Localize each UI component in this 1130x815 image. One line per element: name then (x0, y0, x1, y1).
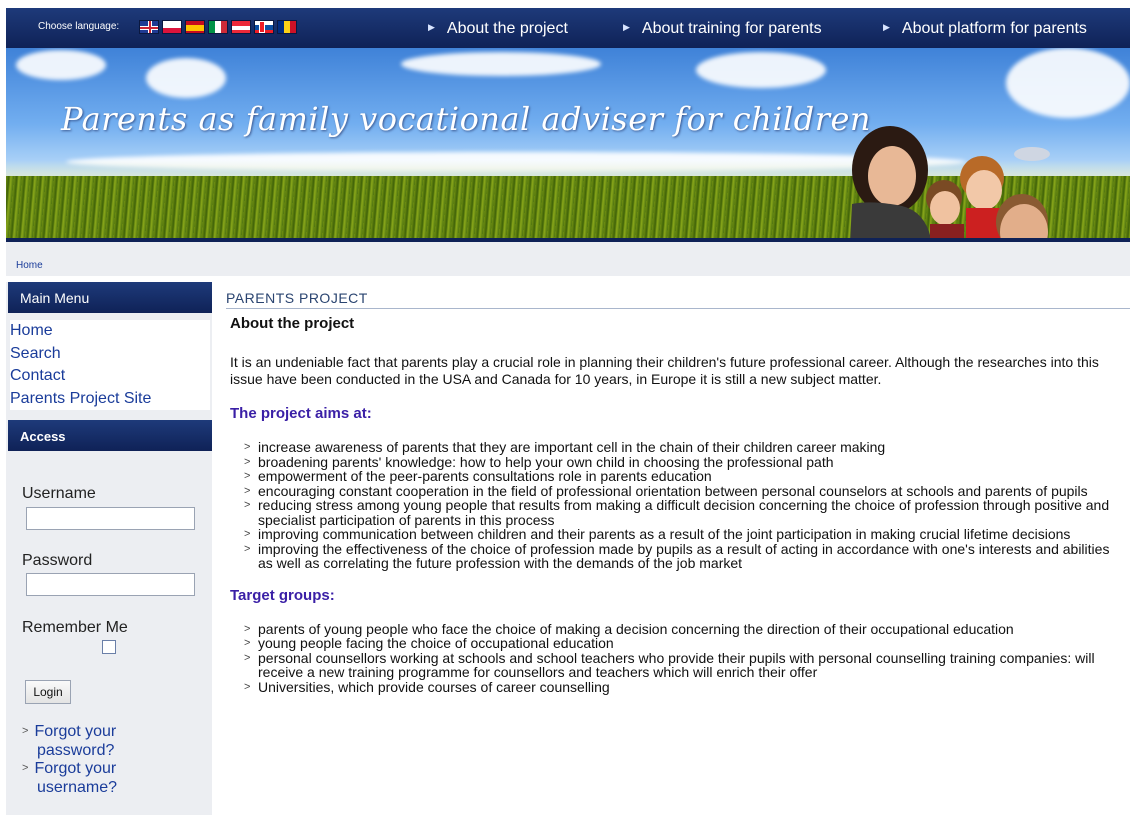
target-groups-list: > parents of young people who face the ch… (242, 620, 1122, 695)
forgot-username-line-1: Forgot your (34, 760, 117, 777)
username-label: Username (22, 485, 96, 502)
ro-flag-icon[interactable] (277, 20, 297, 34)
list-item: > improving the effectiveness of the choi… (244, 540, 1110, 571)
nav-arrow-icon: ▶ (623, 22, 630, 32)
list-item: > broadening parents' knowledge: how to h… (244, 453, 834, 470)
bullet-arrow-icon: > (244, 499, 251, 511)
bullet-arrow-icon: > (244, 484, 251, 497)
list-item: > young people facing the choice of occup… (244, 635, 614, 651)
nav-about-project-label: About the project (446, 20, 568, 37)
it-flag-icon[interactable] (208, 20, 228, 34)
forgot-password-link[interactable]: > Forgot your password? (22, 723, 116, 760)
bullet-arrow-icon: > (244, 622, 251, 635)
breadcrumb-home[interactable]: Home (16, 260, 43, 271)
aims-heading: The project aims at: (230, 405, 372, 422)
cloud (696, 52, 826, 88)
main-menu: Home Search Contact Parents Project Site (10, 320, 210, 410)
bullet-arrow-icon: > (22, 725, 29, 737)
login-button[interactable]: Login (25, 680, 71, 704)
at-flag-icon[interactable] (231, 20, 251, 34)
nav-about-training[interactable]: ▶ About training for parents (623, 20, 822, 38)
banner-title: Parents as family vocational adviser for… (61, 100, 872, 138)
menu-item-parents-project-site[interactable]: Parents Project Site (10, 388, 210, 411)
nav-about-platform-label: About platform for parents (901, 20, 1087, 37)
bullet-arrow-icon: > (244, 455, 251, 468)
language-flags (139, 20, 297, 34)
main-content: PARENTS PROJECT About the project It is … (226, 290, 1130, 694)
cloud (401, 52, 601, 76)
es-flag-icon[interactable] (185, 20, 205, 34)
bullet-arrow-icon: > (22, 762, 29, 774)
section-title: PARENTS PROJECT (226, 290, 1130, 309)
aims-list: > increase awareness of parents that they… (242, 440, 1122, 571)
target-groups-heading: Target groups: (230, 586, 335, 604)
list-item: > empowerment of the peer-parents consult… (244, 468, 712, 484)
bullet-arrow-icon: > (244, 470, 251, 482)
header-banner: Parents as family vocational adviser for… (6, 48, 1130, 238)
remember-me-label: Remember Me (22, 619, 128, 636)
intro-paragraph: It is an undeniable fact that parents pl… (230, 354, 1099, 387)
forgot-username-link[interactable]: > Forgot your username? (22, 760, 117, 797)
menu-item-home[interactable]: Home (10, 320, 210, 343)
nav-arrow-icon: ▶ (883, 22, 890, 32)
list-item: > increase awareness of parents that they… (244, 439, 886, 455)
bullet-arrow-icon: > (244, 680, 251, 693)
access-heading: Access (8, 420, 212, 451)
username-input[interactable] (26, 507, 195, 530)
bullet-arrow-icon: > (244, 528, 251, 540)
forgot-password-line-2: password? (37, 742, 115, 759)
list-item: > improving communication between childre… (244, 526, 1071, 542)
nav-arrow-icon: ▶ (428, 22, 435, 32)
choose-language-label: Choose language: (38, 21, 120, 32)
menu-item-search[interactable]: Search (10, 343, 210, 366)
password-label: Password (22, 552, 93, 569)
list-item: > encouraging constant cooperation in the… (244, 482, 1088, 499)
bullet-arrow-icon: > (244, 651, 251, 664)
cloud (146, 58, 226, 98)
bullet-arrow-icon: > (244, 542, 251, 555)
nav-about-platform[interactable]: ▶ About platform for parents (883, 20, 1087, 38)
breadcrumb-bar: Home (6, 242, 1130, 276)
sk-flag-icon[interactable] (254, 20, 274, 34)
main-menu-heading: Main Menu (8, 282, 212, 313)
list-item: > parents of young people who face the ch… (244, 620, 1014, 637)
cloud (16, 50, 106, 80)
forgot-username-line-2: username? (37, 779, 118, 796)
pl-flag-icon[interactable] (162, 20, 182, 34)
family-photo (850, 126, 1050, 238)
menu-item-contact[interactable]: Contact (10, 365, 210, 388)
page-title: About the project (230, 315, 355, 332)
bullet-arrow-icon: > (244, 637, 251, 649)
bullet-arrow-icon: > (244, 441, 251, 453)
remember-me-checkbox[interactable] (102, 640, 116, 654)
list-item: > Universities, which provide courses of … (244, 678, 610, 695)
top-navigation-bar: Choose language: ▶ About the project ▶ A… (6, 8, 1130, 48)
gb-flag-icon[interactable] (139, 20, 159, 34)
list-item: > personal counsellors working at schools… (244, 649, 1095, 680)
list-item: > reducing stress among young people that… (244, 497, 1110, 528)
sidebar: Main Menu Home Search Contact Parents Pr… (6, 282, 212, 815)
forgot-password-line-1: Forgot your (34, 723, 117, 740)
password-input[interactable] (26, 573, 195, 596)
nav-about-training-label: About training for parents (641, 20, 822, 37)
nav-about-project[interactable]: ▶ About the project (428, 20, 568, 38)
